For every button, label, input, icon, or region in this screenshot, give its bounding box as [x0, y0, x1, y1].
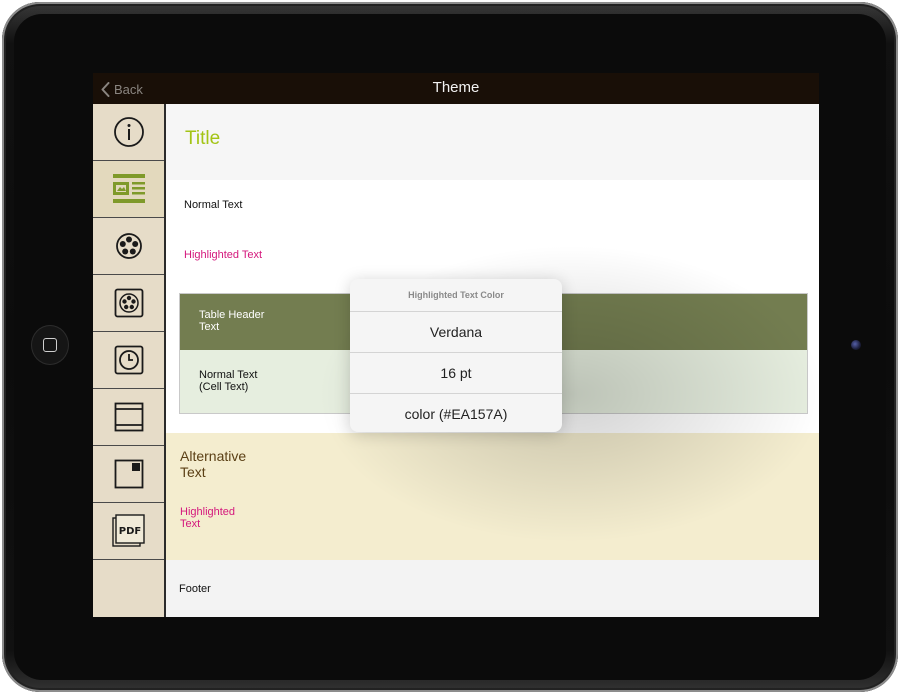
sidebar-item-header-footer[interactable] — [93, 389, 164, 446]
sidebar-item-color-box[interactable] — [93, 275, 164, 332]
preview-normal-text[interactable]: Normal Text — [184, 199, 242, 211]
sidebar-item-pdf[interactable]: PDF — [93, 503, 164, 560]
palette-icon — [115, 233, 142, 259]
table-header-line-1: Table Header — [199, 309, 265, 321]
alternative-text[interactable]: Alternative Text — [180, 448, 246, 480]
navigation-bar: Back Theme — [93, 73, 819, 104]
alternative-band: Alternative Text Highlighted Text — [166, 433, 819, 560]
sidebar-item-corner[interactable] — [93, 446, 164, 503]
popover-header: Highlighted Text Color — [408, 290, 504, 300]
table-header-text: Table Header Text — [199, 309, 264, 333]
preview-highlighted-text[interactable]: Highlighted Text — [184, 249, 262, 261]
clock-icon — [114, 345, 143, 375]
alt-highlighted-line-1: Highlighted — [180, 506, 236, 518]
title-band[interactable]: Title — [166, 104, 819, 180]
text-style-popover: Highlighted Text Color Verdana 16 pt col… — [350, 279, 562, 432]
sidebar-item-time[interactable] — [93, 332, 164, 389]
page-title: Theme — [432, 79, 480, 96]
sidebar-item-colors[interactable] — [93, 218, 164, 275]
palette-box-icon — [114, 288, 143, 318]
table-cell-line-2: (Cell Text) — [199, 381, 249, 393]
corner-block-icon — [114, 459, 143, 489]
size-option[interactable]: 16 pt — [350, 352, 562, 393]
app-screen: Back Theme PDF Title Normal Text Highlig… — [93, 73, 819, 617]
preview-title: Title — [185, 128, 221, 149]
preview-footer[interactable]: Footer — [179, 583, 211, 595]
header-footer-icon — [114, 402, 143, 432]
home-button-icon — [43, 338, 57, 352]
layout-icon — [112, 174, 145, 203]
table-cell-line-1: Normal Text — [199, 369, 258, 381]
table-cell-text[interactable]: Normal Text (Cell Text) — [199, 369, 257, 393]
color-option[interactable]: color (#EA157A) — [350, 393, 562, 432]
sidebar-item-layout[interactable] — [93, 161, 164, 218]
sidebar: PDF — [93, 104, 166, 617]
alt-highlighted-line-2: Text — [180, 518, 201, 530]
svg-text:PDF: PDF — [118, 526, 140, 537]
pdf-icon: PDF — [111, 514, 145, 547]
home-button[interactable] — [31, 325, 69, 365]
front-camera — [851, 340, 861, 350]
alternative-line-1: Alternative — [180, 448, 247, 464]
alternative-line-2: Text — [180, 464, 206, 480]
font-option[interactable]: Verdana — [350, 311, 562, 352]
sidebar-item-info[interactable] — [93, 104, 164, 161]
table-header-line-2: Text — [199, 321, 220, 333]
info-icon — [113, 117, 144, 147]
alternative-highlighted-text[interactable]: Highlighted Text — [180, 506, 235, 530]
footer-band: Footer — [166, 560, 819, 617]
